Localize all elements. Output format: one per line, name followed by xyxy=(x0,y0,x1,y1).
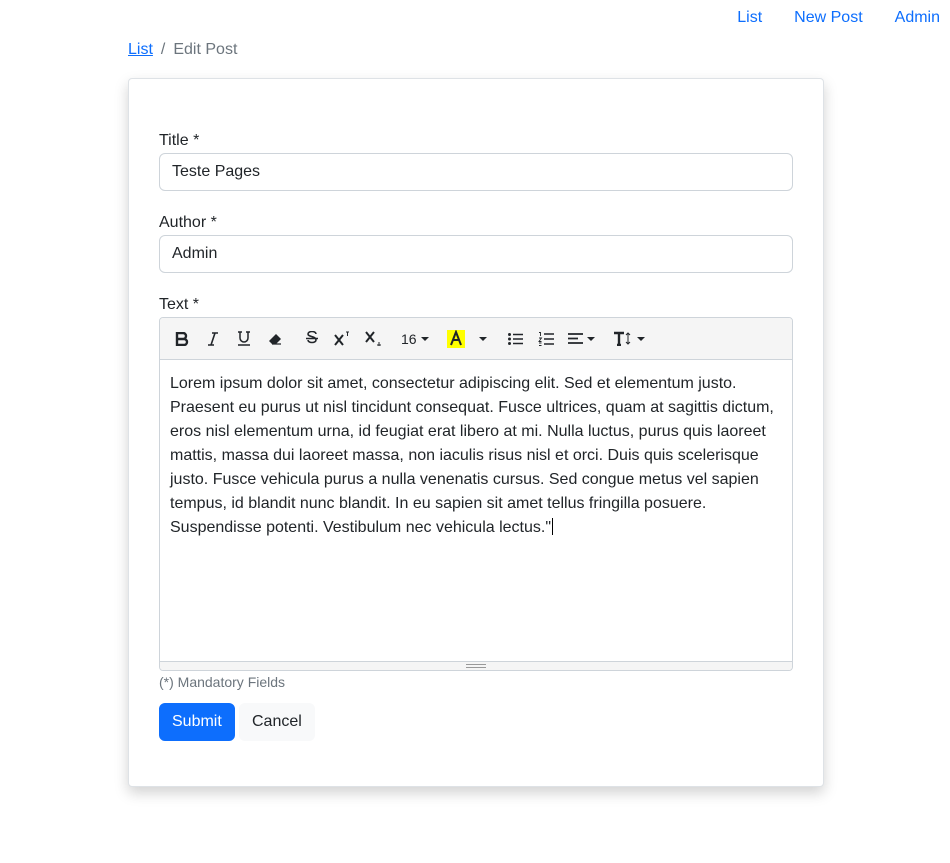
grip-icon xyxy=(466,664,486,668)
superscript-icon[interactable] xyxy=(327,324,358,354)
chevron-down-icon xyxy=(478,336,487,341)
mandatory-hint: (*) Mandatory Fields xyxy=(159,674,286,690)
editor-resize-handle[interactable] xyxy=(160,661,792,670)
editor-text: Lorem ipsum dolor sit amet, consectetur … xyxy=(170,375,774,536)
ordered-list-icon[interactable] xyxy=(531,324,562,354)
breadcrumb-current: Edit Post xyxy=(173,41,238,58)
editor-toolbar: 16 xyxy=(160,318,792,360)
edit-post-card: Title * Author * Text * 16 xyxy=(128,78,824,787)
font-group xyxy=(296,324,389,354)
cancel-button[interactable]: Cancel xyxy=(239,703,315,741)
list-group xyxy=(500,324,601,354)
nav-admin-link[interactable]: Admin xyxy=(895,8,940,28)
font-size-dropdown[interactable]: 16 xyxy=(395,324,435,354)
color-group xyxy=(441,324,494,354)
strikethrough-icon[interactable] xyxy=(296,324,327,354)
underline-icon[interactable] xyxy=(228,324,259,354)
italic-icon[interactable] xyxy=(197,324,228,354)
top-navigation: List New Post Admin xyxy=(737,8,940,28)
breadcrumb-separator: / xyxy=(160,41,166,58)
height-group xyxy=(607,324,651,354)
rich-text-editor: 16 Lorem ipsum dolor sit amet, consectet… xyxy=(159,317,793,671)
line-height-icon xyxy=(613,331,630,346)
author-input[interactable] xyxy=(159,235,793,273)
style-group xyxy=(166,324,290,354)
eraser-icon[interactable] xyxy=(259,324,290,354)
color-dropdown-caret[interactable] xyxy=(472,324,494,354)
breadcrumb: List / Edit Post xyxy=(128,40,237,60)
subscript-icon[interactable] xyxy=(358,324,389,354)
fontsize-group: 16 xyxy=(395,324,435,354)
align-dropdown[interactable] xyxy=(562,324,601,354)
line-height-dropdown[interactable] xyxy=(607,324,651,354)
title-label: Title * xyxy=(159,132,200,149)
editor-content[interactable]: Lorem ipsum dolor sit amet, consectetur … xyxy=(160,360,792,660)
nav-new-post-link[interactable]: New Post xyxy=(794,8,862,28)
title-input[interactable] xyxy=(159,153,793,191)
chevron-down-icon xyxy=(586,336,595,341)
submit-button[interactable]: Submit xyxy=(159,703,235,741)
highlight-icon[interactable] xyxy=(441,324,472,354)
text-cursor xyxy=(552,518,554,535)
text-label: Text * xyxy=(159,296,200,313)
align-icon xyxy=(567,333,583,344)
breadcrumb-list-link[interactable]: List xyxy=(128,40,153,60)
unordered-list-icon[interactable] xyxy=(500,324,531,354)
nav-list-link[interactable]: List xyxy=(737,8,762,28)
bold-icon[interactable] xyxy=(166,324,197,354)
chevron-down-icon xyxy=(420,336,429,341)
chevron-down-icon xyxy=(636,336,645,341)
author-label: Author * xyxy=(159,214,217,231)
font-size-value: 16 xyxy=(401,330,417,347)
